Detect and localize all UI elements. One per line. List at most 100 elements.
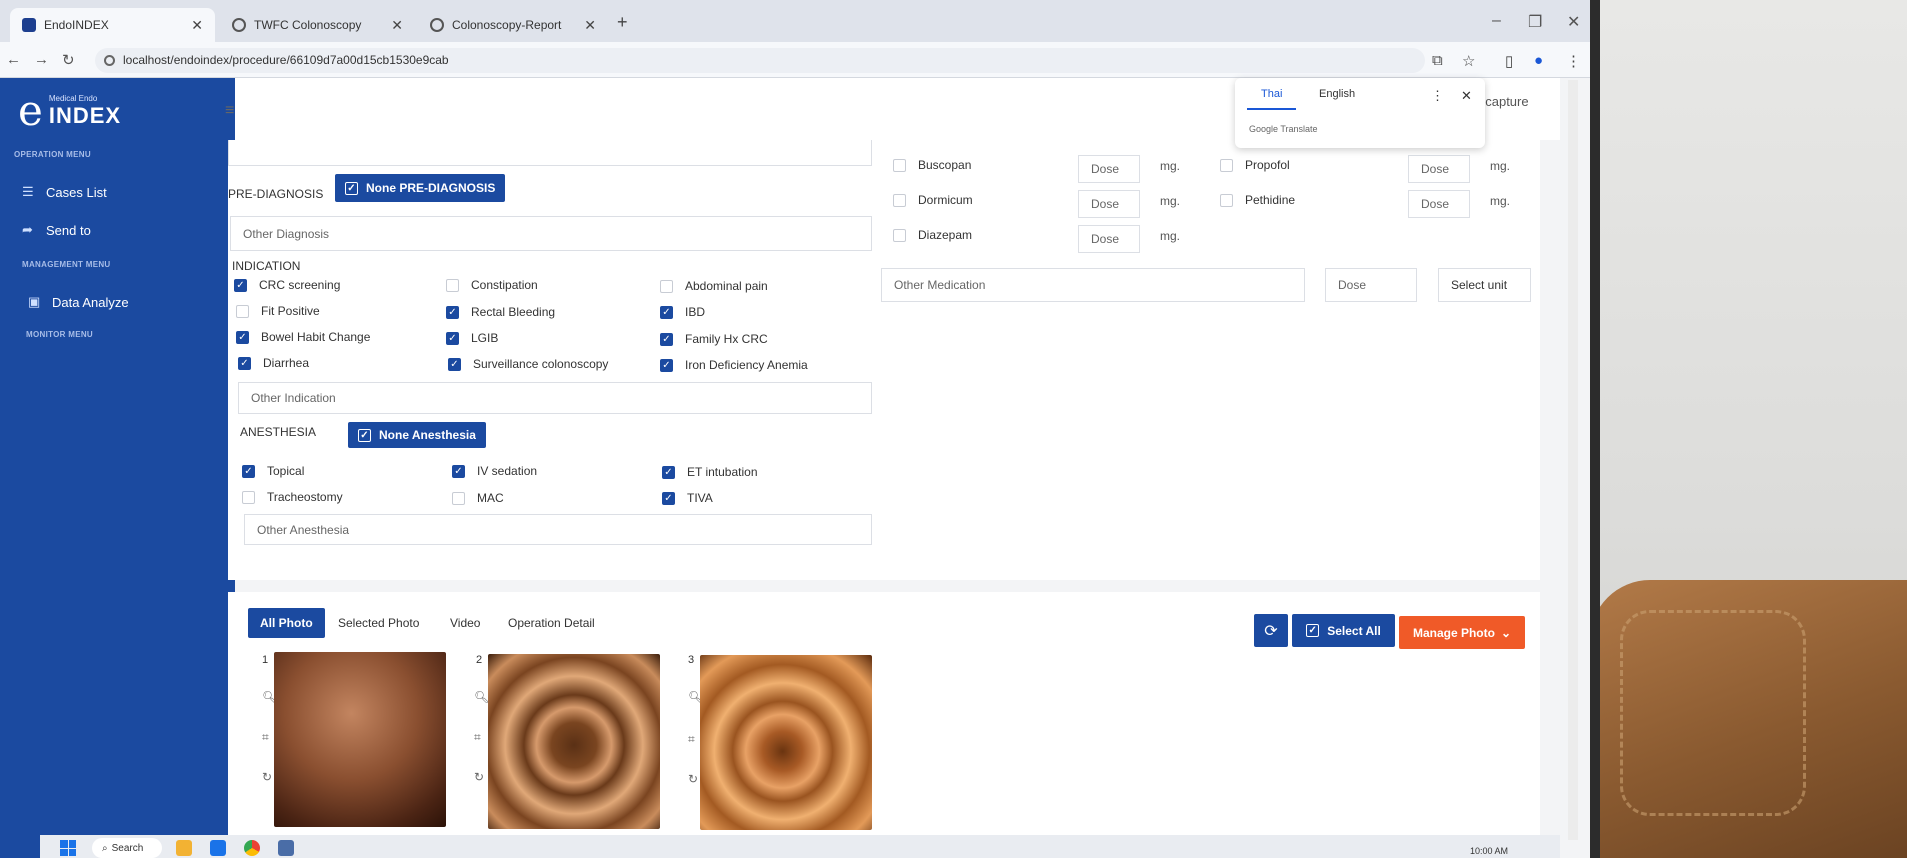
crop-icon[interactable]: ⌗ (688, 732, 695, 747)
zoom-icon[interactable]: 🔍︎ (474, 690, 489, 704)
indication-option[interactable]: Abdominal pain (660, 279, 768, 293)
medication-diazepam[interactable]: Diazepam (893, 228, 972, 242)
endoscopy-photo[interactable] (488, 654, 660, 829)
checkbox-checked-icon[interactable]: ✓ (238, 356, 251, 370)
checkbox-icon[interactable] (1220, 193, 1233, 207)
previous-field[interactable] (228, 140, 872, 166)
indication-option[interactable]: ✓ IBD (660, 305, 705, 319)
select-all-button[interactable]: ✓ Select All (1292, 614, 1395, 647)
refresh-button[interactable]: ⟳ (1254, 614, 1288, 647)
checkbox-checked-icon[interactable]: ✓ (660, 332, 673, 346)
dormicum-dose-input[interactable]: Dose (1078, 190, 1140, 218)
close-icon[interactable]: ✕ (584, 17, 596, 34)
checkbox-icon[interactable] (446, 278, 459, 292)
buscopan-dose-input[interactable]: Dose (1078, 155, 1140, 183)
checkbox-icon[interactable] (242, 490, 255, 504)
checkbox-checked-icon[interactable]: ✓ (660, 358, 673, 372)
anesthesia-option[interactable]: Tracheostomy (242, 490, 343, 504)
checkbox-checked-icon[interactable]: ✓ (236, 330, 249, 344)
forward-icon[interactable]: → (34, 51, 49, 68)
select-unit-dropdown[interactable]: Select unit (1438, 268, 1531, 302)
checkbox-icon[interactable] (660, 279, 673, 293)
rotate-icon[interactable]: ↻ (262, 770, 272, 784)
checkbox-icon[interactable] (893, 158, 906, 172)
close-icon[interactable]: ✕ (1461, 88, 1472, 104)
sidebar-item-send-to[interactable]: ➦ Send to (22, 222, 91, 238)
checkbox-checked-icon[interactable]: ✓ (662, 465, 675, 479)
other-indication-input[interactable]: Other Indication (238, 382, 872, 414)
indication-option[interactable]: ✓ Rectal Bleeding (446, 305, 555, 319)
indication-option[interactable]: ✓ Iron Deficiency Anemia (660, 358, 808, 372)
site-info-icon[interactable] (104, 55, 115, 66)
indication-option[interactable]: ✓ CRC screening (234, 278, 340, 292)
sidebar-item-cases-list[interactable]: ☰ Cases List (22, 184, 107, 200)
windows-start-icon[interactable] (60, 840, 76, 856)
anesthesia-option[interactable]: MAC (452, 491, 504, 505)
indication-option[interactable]: ✓ LGIB (446, 331, 498, 345)
new-tab-icon[interactable]: + (617, 12, 628, 33)
reload-icon[interactable]: ↻ (62, 51, 75, 69)
checkbox-icon[interactable] (1220, 158, 1233, 172)
more-menu-icon[interactable]: ⋮ (1566, 52, 1581, 70)
close-icon[interactable]: ✕ (191, 17, 203, 34)
page-scrollbar[interactable] (1568, 80, 1578, 840)
propofol-dose-input[interactable]: Dose (1408, 155, 1470, 183)
indication-option[interactable]: ✓ Bowel Habit Change (236, 330, 370, 344)
endoscopy-photo[interactable] (700, 655, 872, 830)
browser-tab-twfc[interactable]: TWFC Colonoscopy ✕ (220, 8, 415, 42)
side-panel-icon[interactable]: ▯ (1505, 52, 1513, 70)
medication-dormicum[interactable]: Dormicum (893, 193, 973, 207)
anesthesia-option[interactable]: ✓ ET intubation (662, 465, 758, 479)
more-options-icon[interactable]: ⋮ (1431, 88, 1444, 104)
profile-icon[interactable]: ● (1534, 52, 1543, 69)
checkbox-checked-icon[interactable]: ✓ (242, 464, 255, 478)
translate-icon[interactable]: ⧉ (1432, 52, 1443, 69)
chrome-icon[interactable] (244, 840, 260, 856)
taskbar-search[interactable]: ⌕ Search (92, 838, 162, 858)
none-anesthesia-button[interactable]: ✓ None Anesthesia (348, 422, 486, 448)
restore-icon[interactable]: ❐ (1528, 12, 1542, 32)
rotate-icon[interactable]: ↻ (474, 770, 484, 784)
anesthesia-option[interactable]: ✓ TIVA (662, 491, 713, 505)
translate-lang-thai[interactable]: Thai (1247, 88, 1297, 110)
crop-icon[interactable]: ⌗ (262, 730, 269, 745)
none-prediagnosis-button[interactable]: ✓ None PRE-DIAGNOSIS (335, 174, 506, 202)
other-anesthesia-input[interactable]: Other Anesthesia (244, 514, 872, 545)
hamburger-menu-icon[interactable]: ≡ (225, 102, 234, 120)
folder-icon[interactable] (176, 840, 192, 856)
address-bar[interactable]: localhost/endoindex/procedure/66109d7a00… (95, 48, 1425, 73)
window-close-icon[interactable]: ✕ (1567, 12, 1580, 32)
checkbox-icon[interactable] (236, 304, 249, 318)
tab-video[interactable]: Video (438, 608, 492, 638)
browser-tab-endoindex[interactable]: EndoINDEX ✕ (10, 8, 215, 42)
manage-photo-button[interactable]: Manage Photo ⌄ (1399, 616, 1525, 649)
checkbox-checked-icon[interactable]: ✓ (446, 305, 459, 319)
tab-all-photo[interactable]: All Photo (248, 608, 325, 638)
medication-pethidine[interactable]: Pethidine (1220, 193, 1295, 207)
checkbox-checked-icon[interactable]: ✓ (660, 305, 673, 319)
indication-option[interactable]: ✓ Family Hx CRC (660, 332, 768, 346)
tab-selected-photo[interactable]: Selected Photo (326, 608, 431, 638)
other-medication-dose-input[interactable]: Dose (1325, 268, 1417, 302)
rotate-icon[interactable]: ↻ (688, 772, 698, 786)
checkbox-icon[interactable] (893, 228, 906, 242)
medication-propofol[interactable]: Propofol (1220, 158, 1290, 172)
checkbox-checked-icon[interactable]: ✓ (662, 491, 675, 505)
medication-buscopan[interactable]: Buscopan (893, 158, 971, 172)
browser-tab-report[interactable]: Colonoscopy-Report ✕ (418, 8, 608, 42)
minimize-icon[interactable]: – (1492, 12, 1501, 30)
back-icon[interactable]: ← (6, 51, 21, 68)
checkbox-checked-icon[interactable]: ✓ (448, 357, 461, 371)
other-diagnosis-input[interactable]: Other Diagnosis (230, 216, 872, 251)
pethidine-dose-input[interactable]: Dose (1408, 190, 1470, 218)
other-medication-input[interactable]: Other Medication (881, 268, 1305, 302)
indication-option[interactable]: ✓ Surveillance colonoscopy (448, 357, 608, 371)
indication-option[interactable]: Fit Positive (236, 304, 320, 318)
tab-operation-detail[interactable]: Operation Detail (496, 608, 607, 638)
indication-option[interactable]: ✓ Diarrhea (238, 356, 309, 370)
diazepam-dose-input[interactable]: Dose (1078, 225, 1140, 253)
capture-link[interactable]: ocapture (1478, 94, 1529, 109)
sidebar-item-data-analyze[interactable]: ▣ Data Analyze (28, 294, 129, 310)
anesthesia-option[interactable]: ✓ IV sedation (452, 464, 537, 478)
indication-option[interactable]: Constipation (446, 278, 538, 292)
